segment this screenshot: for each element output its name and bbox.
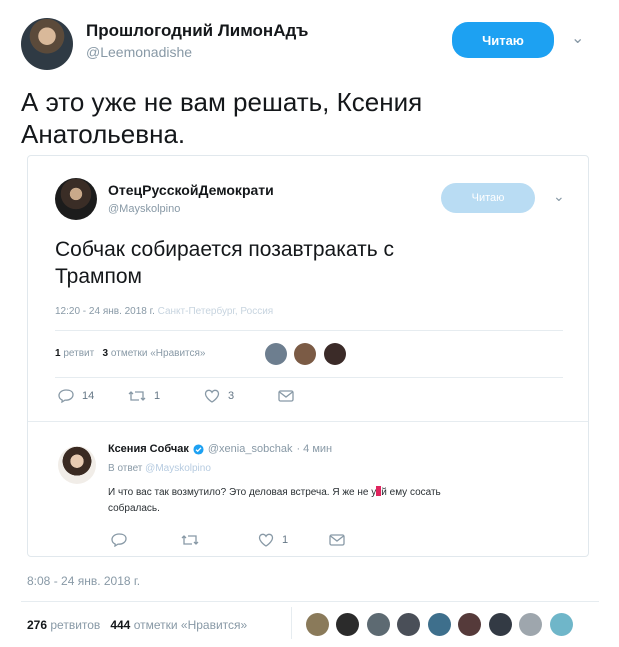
quoted-divider-mid (55, 377, 563, 378)
reply-like-count: 1 (282, 534, 289, 546)
engagement-stats: 276 ретвитов 444 отметки «Нравится» (27, 618, 247, 632)
retweet-icon (128, 391, 146, 401)
retweets-count: 276 (27, 618, 48, 632)
reply-time[interactable]: · 4 мин (296, 443, 332, 455)
follow-button[interactable]: Читаю (452, 22, 554, 58)
quoted-author-avatar[interactable] (55, 178, 97, 220)
likes-count: 444 (110, 618, 131, 632)
envelope-icon (278, 390, 294, 402)
reply-author-handle[interactable]: @xenia_sobchak (208, 443, 293, 455)
quoted-likes-count: 3 (102, 348, 109, 359)
quoted-follow-button-label: Читаю (471, 192, 505, 204)
quoted-like-count: 3 (228, 390, 235, 402)
quoted-author-name[interactable]: ОтецРусскойДемократи (108, 182, 274, 198)
author-name[interactable]: Прошлогодний ЛимонАдъ (86, 21, 308, 41)
reply-dm-action[interactable] (329, 533, 345, 547)
quoted-reply-action[interactable]: 14 (58, 389, 94, 403)
reply-icon (58, 389, 74, 403)
liker-avatar[interactable] (519, 613, 543, 636)
retweet-icon (181, 535, 199, 545)
likes-label[interactable]: отметки «Нравится» (134, 618, 248, 632)
quoted-likers-avatars (265, 343, 349, 370)
author-avatar[interactable] (21, 18, 73, 70)
liker-avatar[interactable] (323, 343, 346, 365)
verified-badge-icon (193, 443, 204, 455)
liker-avatar[interactable] (549, 613, 573, 636)
reply-reply-action[interactable] (111, 533, 127, 547)
reply-text-part: И что вас так возмутило? Это деловая вст… (108, 487, 372, 498)
reply-retweet-action[interactable] (181, 533, 199, 547)
stats-divider (291, 607, 292, 639)
more-options-icon[interactable]: ⌄ (571, 28, 584, 48)
reply-text-line-2: собралась. (108, 503, 160, 514)
liker-avatar[interactable] (488, 613, 512, 636)
heart-icon (258, 533, 274, 547)
likers-avatars (306, 613, 576, 641)
reply-author-avatar[interactable] (58, 446, 96, 484)
follow-button-label: Читаю (482, 32, 524, 48)
liker-avatar[interactable] (306, 613, 329, 636)
retweets-label[interactable]: ретвитов (50, 618, 100, 632)
heart-icon (204, 389, 220, 403)
quoted-location[interactable]: Санкт-Петербург, Россия (158, 306, 274, 317)
quoted-retweet-action[interactable]: 1 (128, 389, 160, 403)
reply-to-prefix: В ответ (108, 463, 143, 474)
liker-avatar[interactable] (336, 613, 360, 636)
quoted-likes-label[interactable]: отметки «Нравится» (111, 348, 206, 359)
quoted-timestamp[interactable]: 12:20 - 24 янв. 2018 г. (55, 306, 155, 317)
quoted-engagement-stats: 1 ретвит 3 отметки «Нравится» (55, 348, 206, 359)
quoted-retweets-label[interactable]: ретвит (63, 348, 94, 359)
liker-avatar[interactable] (366, 613, 390, 636)
liker-avatar[interactable] (265, 343, 287, 365)
quoted-reply-count: 14 (82, 390, 95, 402)
tweet-text-line-2: Анатольевна. (21, 119, 186, 149)
quoted-like-action[interactable]: 3 (204, 389, 234, 403)
reply-text-line-1: И что вас так возмутило? Это деловая вст… (108, 485, 441, 501)
reply-header: Ксения Собчак @xenia_sobchak · 4 мин (108, 443, 332, 455)
reply-to-handle[interactable]: @Mayskolpino (145, 463, 211, 474)
liker-avatar[interactable] (458, 613, 482, 636)
footer-divider (21, 601, 599, 602)
quoted-retweets-count: 1 (55, 348, 61, 359)
liker-avatar[interactable] (397, 613, 421, 636)
tweet-text: А это уже не вам решать, Ксения Анатолье… (21, 86, 422, 150)
reply-to-line: В ответ @Mayskolpino (108, 463, 211, 474)
author-handle[interactable]: @Leemonadishe (86, 44, 192, 60)
quoted-retweet-count: 1 (154, 390, 161, 402)
quoted-author-handle[interactable]: @Mayskolpino (108, 203, 180, 215)
tweet-timestamp[interactable]: 8:08 - 24 янв. 2018 г. (27, 574, 140, 588)
quoted-dm-action[interactable] (278, 389, 294, 403)
quoted-text-line-1: Собчак собирается позавтракать с (55, 238, 394, 261)
quoted-tweet-text: Собчак собирается позавтракать с Трампом (55, 236, 394, 290)
reply-text: И что вас так возмутило? Это деловая вст… (108, 485, 441, 517)
quoted-more-options-icon[interactable]: ⌄ (553, 188, 565, 205)
quoted-meta-line: 12:20 - 24 янв. 2018 г. Санкт-Петербург,… (55, 306, 273, 317)
reply-like-action[interactable]: 1 (258, 533, 288, 547)
envelope-icon (329, 534, 345, 546)
reply-author-name[interactable]: Ксения Собчак (108, 443, 189, 455)
quoted-text-line-2: Трампом (55, 265, 142, 288)
reply-icon (111, 533, 127, 547)
reply-text-part: й ему сосать (381, 487, 441, 498)
quoted-follow-button[interactable]: Читаю (441, 183, 535, 213)
liker-avatar[interactable] (294, 343, 317, 365)
liker-avatar[interactable] (427, 613, 451, 636)
tweet-text-line-1: А это уже не вам решать, Ксения (21, 87, 423, 117)
quoted-divider-top (55, 330, 563, 331)
reply-divider (28, 421, 588, 422)
